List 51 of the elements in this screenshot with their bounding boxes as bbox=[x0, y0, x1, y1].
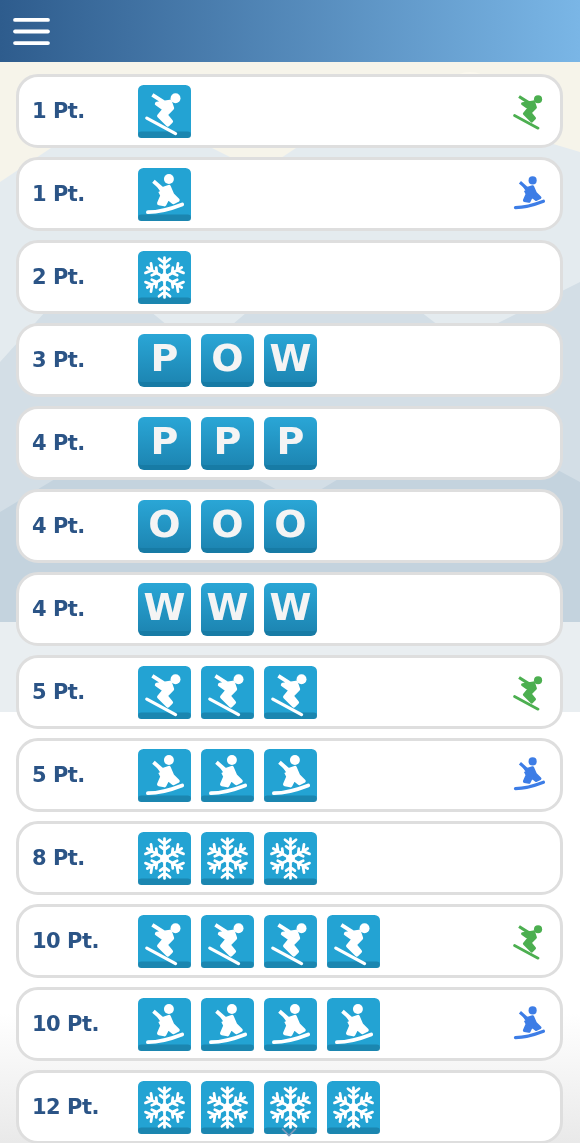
snowboard-tile-icon bbox=[138, 167, 191, 221]
ski-tile-icon bbox=[264, 665, 317, 719]
points-label: 12 Pt. bbox=[32, 1095, 100, 1119]
snowboard-tile-icon bbox=[327, 997, 380, 1051]
points-label: 5 Pt. bbox=[32, 680, 86, 704]
ski-tile-icon bbox=[264, 914, 317, 968]
points-label: 4 Pt. bbox=[32, 431, 86, 455]
points-label: 3 Pt. bbox=[32, 348, 86, 372]
letter-tile: P bbox=[138, 416, 191, 470]
snowflake-tile-icon bbox=[264, 831, 317, 885]
snowflake-tile-icon bbox=[138, 831, 191, 885]
snowboard-tile-icon bbox=[138, 748, 191, 802]
letter-tile: W bbox=[264, 333, 317, 387]
points-label: 10 Pt. bbox=[32, 929, 100, 953]
scroll-down-icon[interactable] bbox=[280, 1127, 298, 1139]
ski-tile-icon bbox=[327, 914, 380, 968]
menu-icon[interactable] bbox=[13, 16, 50, 46]
points-label: 1 Pt. bbox=[32, 99, 86, 123]
letter-tile: O bbox=[138, 499, 191, 553]
letter-tile: W bbox=[264, 582, 317, 636]
ski-tile-icon bbox=[201, 914, 254, 968]
snowflake-tile-icon bbox=[138, 1080, 191, 1134]
letter-tile: W bbox=[201, 582, 254, 636]
ski-tile-icon bbox=[138, 914, 191, 968]
letter-tile: P bbox=[201, 416, 254, 470]
letter-tile: W bbox=[138, 582, 191, 636]
points-label: 4 Pt. bbox=[32, 597, 86, 621]
points-label: 2 Pt. bbox=[32, 265, 86, 289]
snowflake-tile-icon bbox=[138, 250, 191, 304]
points-label: 1 Pt. bbox=[32, 182, 86, 206]
snowboard-tile-icon bbox=[201, 748, 254, 802]
letter-tile: P bbox=[264, 416, 317, 470]
letter-tile: O bbox=[201, 333, 254, 387]
snowflake-tile-icon bbox=[201, 831, 254, 885]
ski-tile-icon bbox=[138, 84, 191, 138]
letter-tile: P bbox=[138, 333, 191, 387]
ski-tile-icon bbox=[138, 665, 191, 719]
snowboard-tile-icon bbox=[264, 997, 317, 1051]
letter-tile: O bbox=[264, 499, 317, 553]
ski-tile-icon bbox=[201, 665, 254, 719]
points-label: 10 Pt. bbox=[32, 1012, 100, 1036]
points-label: 4 Pt. bbox=[32, 514, 86, 538]
snowflake-tile-icon bbox=[264, 1080, 317, 1134]
snowboard-tile-icon bbox=[201, 997, 254, 1051]
points-label: 8 Pt. bbox=[32, 846, 86, 870]
letter-tile: O bbox=[201, 499, 254, 553]
snowboard-tile-icon bbox=[138, 997, 191, 1051]
snowflake-tile-icon bbox=[201, 1080, 254, 1134]
snowboard-tile-icon bbox=[264, 748, 317, 802]
points-label: 5 Pt. bbox=[32, 763, 86, 787]
snowflake-tile-icon bbox=[327, 1080, 380, 1134]
